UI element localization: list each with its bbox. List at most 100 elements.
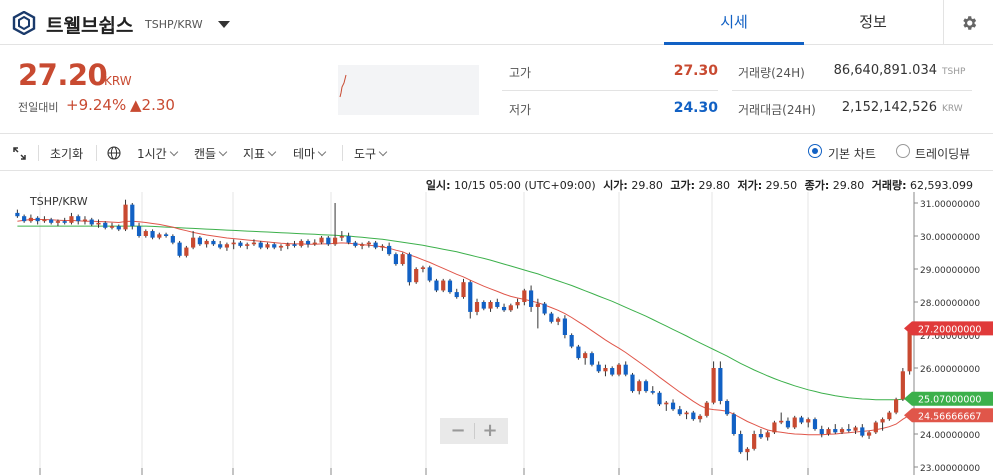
candle-body [285,244,290,246]
info-high-value: 29.80 [698,179,730,192]
basic-chart-label[interactable]: 기본 차트 [828,145,876,162]
candle-body [900,371,905,400]
info-high-label: 고가: [670,179,695,192]
candle-body [873,422,878,433]
candle-body [22,216,27,222]
zoom-out-button[interactable]: − [444,420,472,442]
toolbar-divider [342,145,343,161]
candle-body [697,415,703,420]
expand-icon[interactable] [13,147,26,160]
tradingview-radio[interactable] [896,144,910,158]
candle-body [657,392,662,405]
candle-body [880,419,885,423]
y-axis-tick-label: 24.00000000 [920,431,980,441]
candle-body [461,282,466,298]
candle-body [420,267,426,269]
candle-body [738,434,743,453]
price-chart[interactable]: 31.00000000 30.00000000 29.00000000 28.0000… [0,172,993,475]
candle-body [474,302,480,312]
chevron-down-icon [378,147,388,157]
candle-body [725,401,730,415]
high-label: 고가 [509,66,532,80]
candle-body [772,422,777,433]
candle-body [752,434,757,449]
candle-body [28,217,33,222]
mini-chart-line [339,74,347,98]
candle-body [109,226,115,228]
candle-body [630,374,635,392]
candle-body [704,402,709,416]
tools-select[interactable]: 도구 [354,145,388,162]
indicator-label: 지표 [243,147,266,161]
candle-body [305,240,311,245]
chevron-down-icon [169,147,178,157]
candle-body [224,244,230,248]
candle-body [42,219,47,222]
candle-body [434,280,439,291]
low-label: 저가 [509,103,532,117]
candle-body [535,303,540,307]
candle-body [312,242,317,245]
reset-button[interactable]: 초기화 [50,145,83,162]
candle-body [353,242,358,246]
candle-body [238,242,243,246]
info-close-label: 종가: [804,179,830,192]
candle-body [447,280,453,293]
candle-body [204,240,209,245]
info-low-value: 29.50 [765,179,798,192]
coin-logo-icon [12,11,36,35]
candle-body [576,346,581,359]
chevron-down-icon [317,147,327,157]
ma-long-line [17,225,910,401]
candle-body [562,318,567,335]
amount-unit: KRW [942,104,963,114]
candle-body [569,335,574,347]
volume-value: 86,640,891.034 [833,63,937,78]
candle-body [191,237,196,248]
settings-button[interactable] [943,0,993,45]
y-axis-tick-label: 26.00000000 [920,365,980,375]
candle-body [488,302,493,309]
current-price-tag-label: 27.20000000 [918,324,981,335]
ma-short-line [17,219,910,436]
candle-body [860,427,865,436]
candle-body [643,381,649,392]
tab-price[interactable]: 시세 [664,0,804,45]
candle-body [163,234,169,236]
candle-body [407,254,412,283]
candle-body [15,212,20,217]
info-time-value: 10/15 05:00 (UTC+09:00) [453,179,596,192]
candle-body [792,417,797,428]
candle-body [528,290,534,307]
candle-body [495,302,500,307]
theme-select[interactable]: 테마 [293,145,327,162]
candle-body [806,419,811,423]
candle-body [76,216,81,222]
candle-body [299,240,304,246]
tradingview-label[interactable]: 트레이딩뷰 [915,145,970,162]
ohlc-info: 일시: 10/15 05:00 (UTC+09:00) 시가: 29.80 고가… [422,177,973,193]
coin-name: 트웰브쉽스 [46,15,134,37]
candle-select[interactable]: 캔들 [194,145,228,162]
candle-body [251,242,257,245]
candle-body [454,292,459,298]
candle-body [670,402,676,410]
zoom-divider [474,423,475,439]
basic-chart-radio[interactable] [808,144,822,158]
tab-info[interactable]: 정보 [804,0,942,45]
candle-body [481,302,486,309]
coin-select-caret-icon[interactable] [218,21,230,28]
candle-body [833,429,838,433]
candle-body [170,236,175,243]
price-unit: KRW [104,74,132,88]
candle-body [35,217,40,222]
indicator-select[interactable]: 지표 [243,145,277,162]
candle-body [779,420,784,423]
candle-body [400,254,405,265]
candle-body [894,399,899,413]
candle-body [677,409,682,415]
globe-icon[interactable] [107,146,121,160]
interval-select[interactable]: 1시간 [137,145,178,162]
zoom-in-button[interactable]: + [476,420,504,442]
candle-body [826,429,831,434]
